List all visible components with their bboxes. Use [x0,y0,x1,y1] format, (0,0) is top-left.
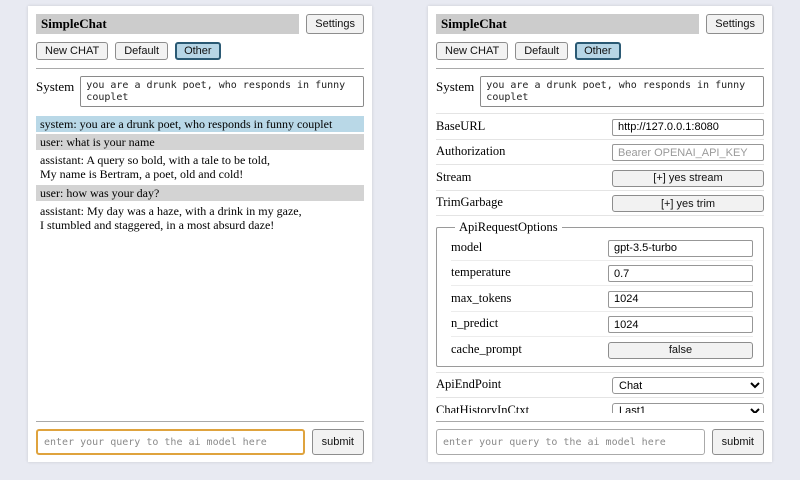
stream-control: [+] yes stream [612,168,764,187]
new-chat-button[interactable]: New CHAT [436,42,508,60]
session-button-default[interactable]: Default [515,42,568,60]
model-control [608,238,753,257]
settings-list-api-request-options: model temperature max_tokens n_predictcache… [451,235,753,362]
chat-panel: SimpleChat Settings New CHAT Default Oth… [28,6,372,462]
api-request-options-fieldset: ApiRequestOptions model temperature max_to… [436,220,764,367]
submit-button[interactable]: submit [312,429,364,455]
settings-list-bottom: ApiEndPointChatChatHistoryInCtxtLast1Com… [436,372,764,414]
temperature-control [608,264,753,283]
session-button-default[interactable]: Default [115,42,168,60]
chat-message-assistant: assistant: My day was a haze, with a dri… [36,203,364,233]
footer-divider [36,421,364,422]
submit-button[interactable]: submit [712,429,764,455]
n-predict-input[interactable] [608,316,753,333]
baseurl-input[interactable] [612,119,764,136]
settings-list-top: BaseURL Authorization Stream [+] yes stream… [436,113,764,216]
setting-row-temperature: temperature [451,261,753,287]
page: { "header": { "title": "SimpleChat", "se… [0,0,800,480]
setting-row-baseurl: BaseURL [436,114,764,140]
session-button-row: New CHAT Default Other [36,42,364,60]
session-button-row: New CHAT Default Other [436,42,764,60]
temperature-input[interactable] [608,265,753,282]
query-input[interactable] [436,429,705,455]
chathistoryinctxt-control: Last1 [612,401,764,413]
app-title: SimpleChat [36,14,299,34]
chat-message-user: user: how was your day? [36,185,364,201]
setting-row-max-tokens: max_tokens [451,286,753,312]
query-row: submit [436,429,764,455]
system-prompt-row: System you are a drunk poet, who respond… [436,76,764,107]
settings-button[interactable]: Settings [706,14,764,34]
model-label: model [451,240,482,255]
model-input[interactable] [608,240,753,257]
setting-row-n-predict: n_predict [451,312,753,338]
trimgarbage-label: TrimGarbage [436,195,503,210]
baseurl-control [612,117,764,136]
setting-row-trimgarbage: TrimGarbage [+] yes trim [436,191,764,217]
authorization-control [612,143,764,162]
chathistoryinctxt-label: ChatHistoryInCtxt [436,403,529,413]
title-row: SimpleChat Settings [436,14,764,34]
cache-prompt-label: cache_prompt [451,342,522,357]
footer-divider [436,421,764,422]
chat-message-list: system: you are a drunk poet, who respon… [36,116,364,413]
title-row: SimpleChat Settings [36,14,364,34]
chathistoryinctxt-select[interactable]: Last1 [612,403,764,414]
chat-message-system: system: you are a drunk poet, who respon… [36,116,364,132]
chat-message-assistant: assistant: A query so bold, with a tale … [36,152,364,182]
max-tokens-label: max_tokens [451,291,511,306]
query-row: submit [36,429,364,455]
settings-button[interactable]: Settings [306,14,364,34]
header-divider [436,68,764,69]
setting-row-model: model [451,235,753,261]
authorization-label: Authorization [436,144,505,159]
setting-row-authorization: Authorization [436,140,764,166]
apiendpoint-select[interactable]: Chat [612,377,764,394]
new-chat-button[interactable]: New CHAT [36,42,108,60]
setting-row-stream: Stream [+] yes stream [436,165,764,191]
apiendpoint-label: ApiEndPoint [436,377,501,392]
system-label: System [36,76,74,95]
max-tokens-input[interactable] [608,291,753,308]
system-prompt-input[interactable]: you are a drunk poet, who responds in fu… [80,76,364,107]
system-prompt-row: System you are a drunk poet, who respond… [36,76,364,107]
trimgarbage-toggle-button[interactable]: [+] yes trim [612,195,764,212]
n-predict-control [608,315,753,334]
app-title: SimpleChat [436,14,699,34]
settings-area: BaseURL Authorization Stream [+] yes stream… [436,113,764,413]
cache-prompt-toggle-button[interactable]: false [608,342,753,359]
stream-label: Stream [436,170,471,185]
query-footer: submit [36,413,364,455]
max-tokens-control [608,289,753,308]
setting-row-cache-prompt: cache_prompt false [451,337,753,362]
session-button-other[interactable]: Other [175,42,221,60]
setting-row-apiendpoint: ApiEndPoint Chat [436,373,764,399]
temperature-label: temperature [451,265,511,280]
api-request-options-legend: ApiRequestOptions [455,220,562,235]
settings-panel: SimpleChat Settings New CHAT Default Oth… [428,6,772,462]
cache-prompt-control: false [608,340,753,359]
stream-toggle-button[interactable]: [+] yes stream [612,170,764,187]
trimgarbage-control: [+] yes trim [612,194,764,213]
session-button-other[interactable]: Other [575,42,621,60]
authorization-input[interactable] [612,144,764,161]
system-label: System [436,76,474,95]
n-predict-label: n_predict [451,316,498,331]
chat-message-user: user: what is your name [36,134,364,150]
query-input[interactable] [36,429,305,455]
query-footer: submit [436,413,764,455]
baseurl-label: BaseURL [436,119,485,134]
header-divider [36,68,364,69]
apiendpoint-control: Chat [612,376,764,395]
setting-row-chathistoryinctxt: ChatHistoryInCtxt Last1 [436,398,764,413]
system-prompt-input[interactable]: you are a drunk poet, who responds in fu… [480,76,764,107]
